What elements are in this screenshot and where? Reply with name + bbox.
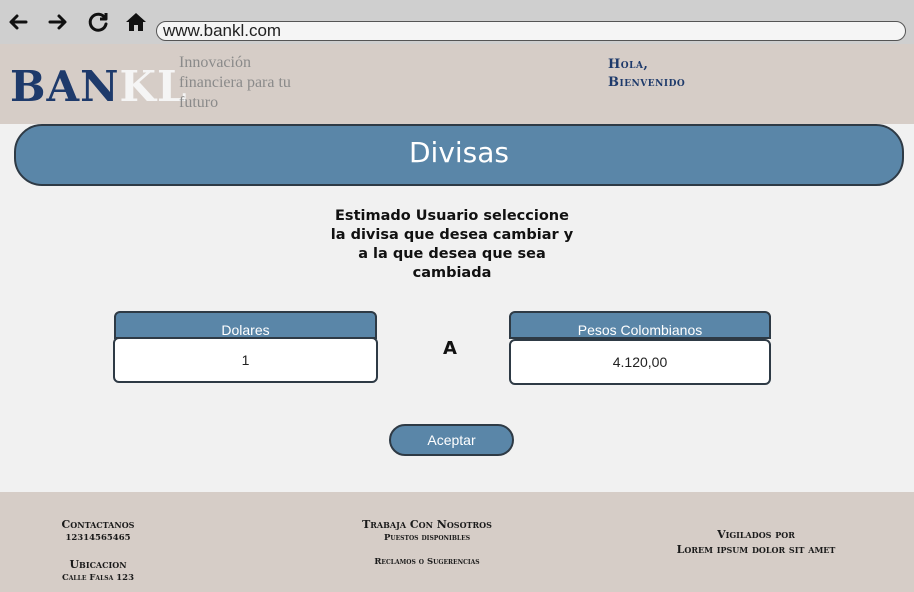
back-arrow-icon[interactable] [4,8,32,36]
home-icon[interactable] [122,8,150,36]
to-amount-output[interactable]: 4.120,00 [509,339,771,385]
address-bar[interactable]: www.bankl.com [156,21,906,41]
conversion-separator: A [443,338,457,359]
bankl-logo[interactable]: BANKL [10,62,188,111]
greeting: Hola, Bienvenido [608,56,685,92]
work-with-us-link[interactable]: Trabaja Con Nosotros [347,518,507,531]
greeting-line: Hola, [608,57,649,72]
tagline-line: financiera para tu [179,74,291,91]
tagline: Innovación financiera para tu futuro [179,53,339,113]
location-title: Ubicacion [69,558,127,571]
to-currency-select[interactable]: Pesos Colombianos [509,311,771,339]
from-amount-input[interactable]: 1 [113,337,378,383]
location-address: Calle Falsa 123 [62,573,134,583]
instructions-text: Estimado Usuario seleccione la divisa qu… [320,207,584,283]
contact-phone[interactable]: 12314565465 [58,533,138,543]
job-openings-link[interactable]: Puestos disponibles [347,533,507,543]
claims-link[interactable]: Reclamos o Sugerencias [347,557,507,567]
from-currency-select[interactable]: Dolares [114,311,377,339]
page-title: Divisas [14,124,904,186]
instructions-line: la divisa que desea cambiar y [330,227,574,243]
instructions-line: a la que desea que sea [358,246,546,262]
logo-text-kl: KL [119,62,188,111]
tagline-line: futuro [179,94,219,111]
instructions-line: cambiada [412,265,492,281]
reload-icon[interactable] [84,8,112,36]
contact-title: Contactanos [61,518,135,531]
browser-toolbar: www.bankl.com [0,0,914,44]
instructions-line: Estimado Usuario seleccione [335,208,569,224]
logo-text-ban: BAN [10,62,120,111]
accept-button[interactable]: Aceptar [389,424,514,456]
supervised-title: Vigilados por [717,528,795,541]
greeting-line: Bienvenido [608,75,686,90]
supervised-text: Lorem ipsum dolor sit amet [676,543,836,556]
forward-arrow-icon[interactable] [44,8,72,36]
tagline-line: Innovación [179,54,251,71]
